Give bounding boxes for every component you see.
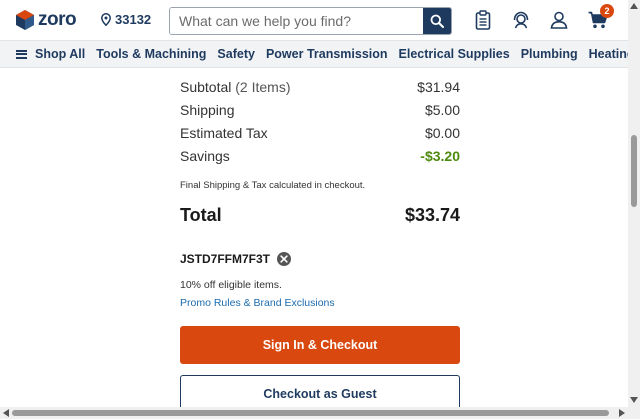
tax-row: Estimated Tax $0.00 bbox=[180, 125, 460, 141]
nav-heating-cooling[interactable]: Heating & Cooling bbox=[589, 47, 628, 61]
total-label: Total bbox=[180, 205, 222, 225]
search-input[interactable] bbox=[170, 8, 423, 34]
shipping-row: Shipping $5.00 bbox=[180, 102, 460, 118]
nav-shop-all[interactable]: Shop All bbox=[16, 47, 85, 61]
location-zip: 33132 bbox=[115, 12, 152, 27]
savings-label: Savings bbox=[180, 148, 230, 164]
location-selector[interactable]: 33132 bbox=[101, 12, 151, 27]
account-button[interactable] bbox=[549, 10, 569, 30]
shipping-label: Shipping bbox=[180, 102, 235, 118]
list-clipboard-icon bbox=[475, 10, 491, 30]
horizontal-scrollbar-thumb[interactable] bbox=[12, 410, 609, 416]
vertical-scrollbar[interactable] bbox=[628, 0, 640, 407]
tax-value: $0.00 bbox=[424, 125, 460, 141]
shipping-value: $5.00 bbox=[424, 102, 460, 118]
zoro-logo-mark-icon bbox=[16, 10, 34, 30]
subtotal-item-count: (2 Items) bbox=[235, 79, 291, 95]
scroll-left-arrow-icon[interactable] bbox=[3, 409, 9, 417]
category-nav: Shop All Tools & Machining Safety Power … bbox=[0, 40, 628, 68]
nav-plumbing[interactable]: Plumbing bbox=[521, 47, 578, 61]
cart-count-badge: 2 bbox=[600, 4, 614, 18]
subtotal-row: Subtotal (2 Items) $31.94 bbox=[180, 79, 460, 95]
support-button[interactable] bbox=[511, 10, 531, 30]
remove-promo-button[interactable] bbox=[277, 252, 292, 266]
scroll-down-arrow-icon[interactable] bbox=[630, 397, 638, 403]
total-value: $33.74 bbox=[404, 205, 460, 225]
horizontal-scrollbar[interactable] bbox=[0, 407, 640, 419]
subtotal-value: $31.94 bbox=[417, 79, 460, 95]
nav-tools-machining[interactable]: Tools & Machining bbox=[96, 47, 206, 61]
nav-safety[interactable]: Safety bbox=[217, 47, 255, 61]
subtotal-label-text: Subtotal bbox=[180, 79, 232, 95]
savings-row: Savings -$3.20 bbox=[180, 148, 460, 164]
applied-promo-code: JSTD7FFM7F3T bbox=[180, 252, 292, 266]
search-bar bbox=[169, 7, 452, 35]
nav-power-transmission[interactable]: Power Transmission bbox=[266, 47, 388, 61]
savings-value: -$3.20 bbox=[420, 148, 460, 164]
vertical-scrollbar-thumb[interactable] bbox=[631, 135, 637, 207]
logo-text: zoro bbox=[38, 9, 77, 30]
tax-label: Estimated Tax bbox=[180, 125, 268, 141]
total-row: Total $33.74 bbox=[180, 205, 460, 226]
site-header: zoro 33132 What can we help you find? 2 bbox=[0, 0, 628, 40]
search-button[interactable] bbox=[423, 8, 451, 34]
nav-item-label: Shop All bbox=[35, 47, 86, 61]
lists-button[interactable] bbox=[473, 10, 493, 30]
hamburger-menu-icon bbox=[16, 49, 27, 59]
account-user-icon bbox=[550, 11, 568, 29]
scroll-right-arrow-icon[interactable] bbox=[619, 409, 625, 417]
zoro-logo[interactable]: zoro bbox=[16, 9, 77, 30]
subtotal-label: Subtotal (2 Items) bbox=[180, 79, 291, 95]
promo-description: 10% off eligible items. bbox=[180, 279, 282, 291]
close-icon bbox=[280, 255, 288, 263]
sign-in-checkout-button[interactable]: Sign In & Checkout bbox=[180, 326, 460, 364]
search-icon bbox=[430, 14, 444, 28]
promo-code-text: JSTD7FFM7F3T bbox=[180, 252, 271, 266]
nav-electrical-supplies[interactable]: Electrical Supplies bbox=[399, 47, 510, 61]
support-agent-icon bbox=[513, 11, 529, 29]
location-pin-icon bbox=[101, 13, 111, 26]
scroll-up-arrow-icon[interactable] bbox=[630, 3, 638, 9]
promo-rules-link[interactable]: Promo Rules & Brand Exclusions bbox=[180, 297, 335, 309]
shipping-tax-note: Final Shipping & Tax calculated in check… bbox=[180, 180, 366, 191]
